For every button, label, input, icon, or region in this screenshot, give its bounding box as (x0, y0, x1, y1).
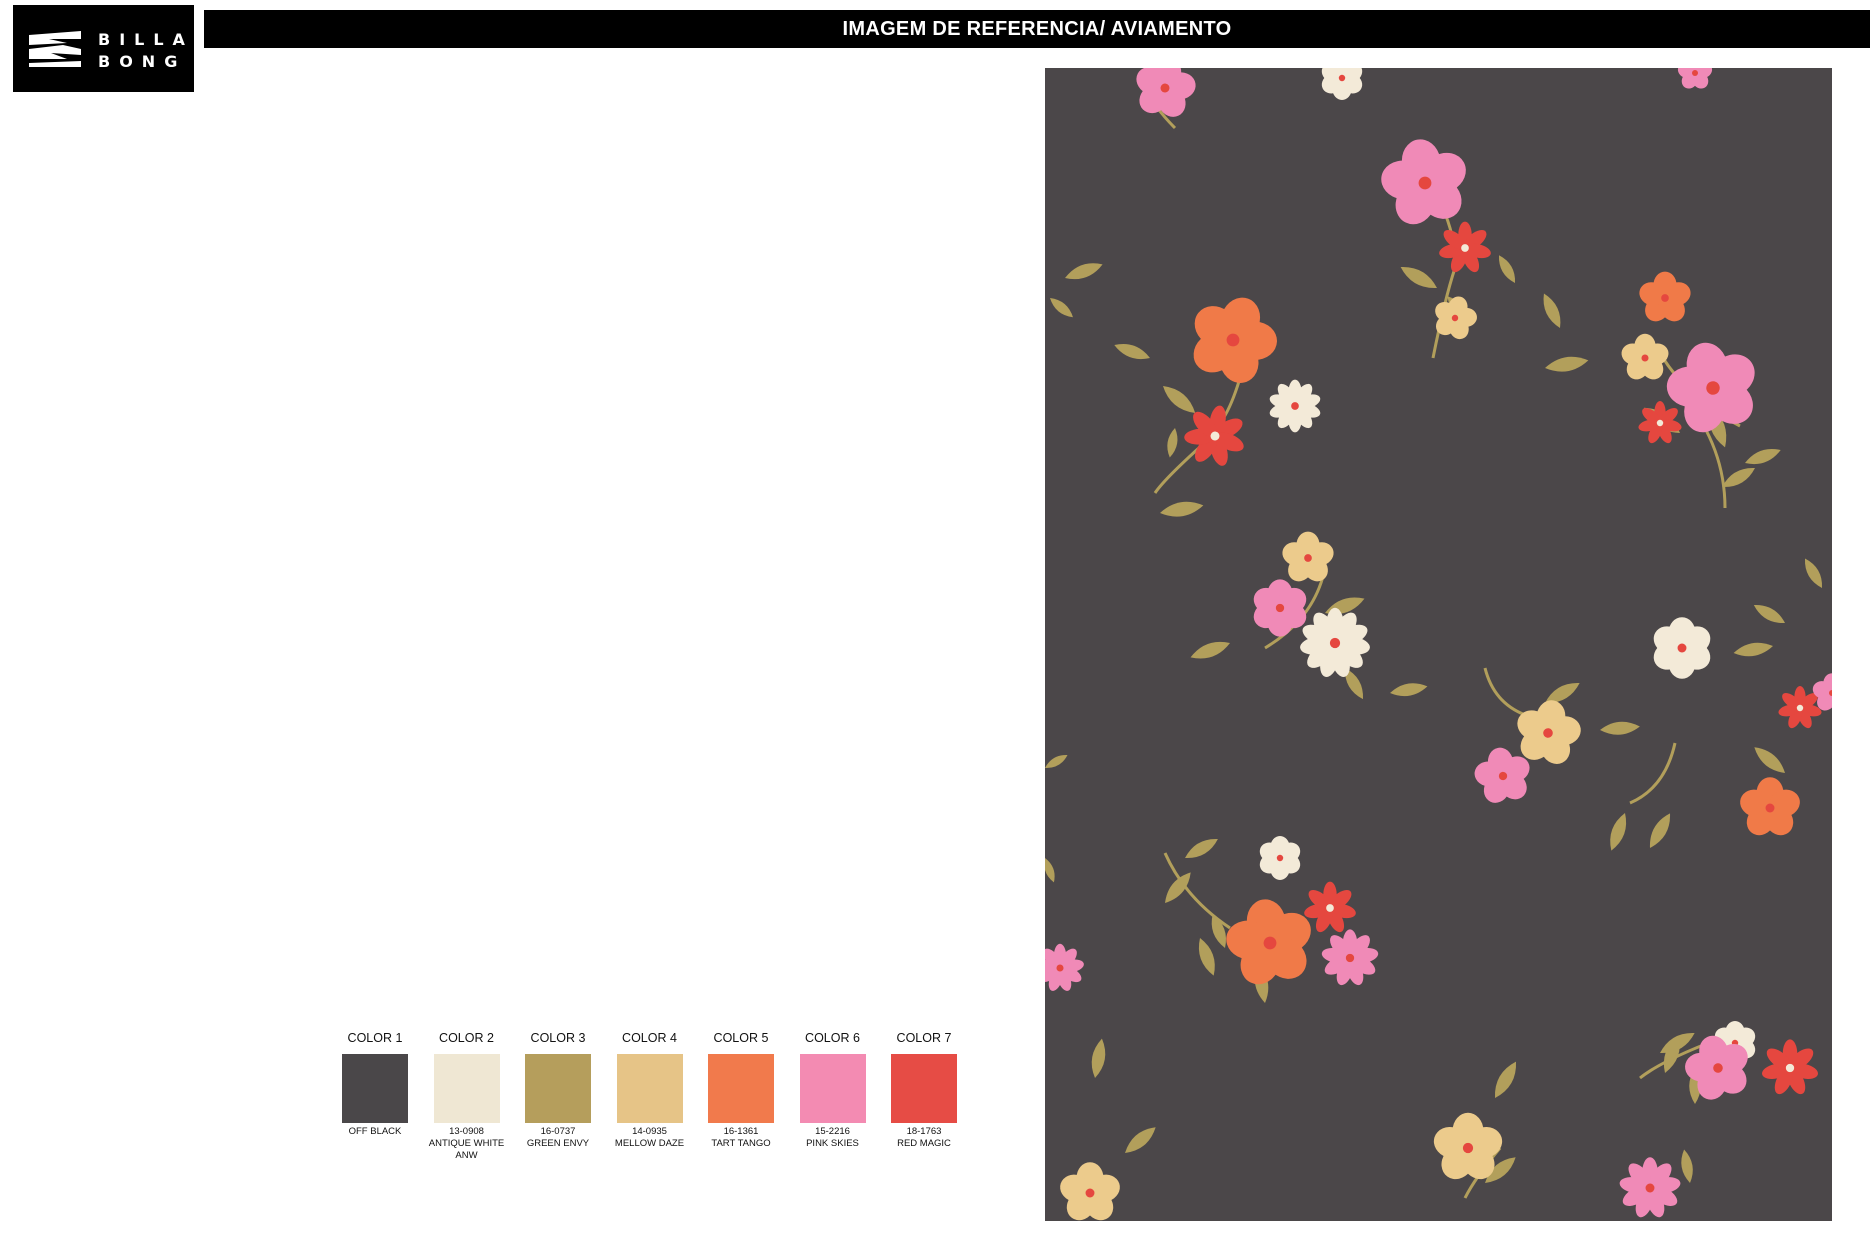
flower-shape (1282, 531, 1334, 582)
swatch-name: OFF BLACK (348, 1126, 402, 1137)
swatch-chip (342, 1054, 408, 1123)
leaf-shape (1681, 1149, 1693, 1183)
leaf-shape (1754, 747, 1785, 773)
swatch-label: COLOR 3 (530, 1031, 586, 1045)
color-swatch: COLOR 6 15-2216 PINK SKIES (793, 1030, 873, 1150)
color-swatch: COLOR 5 16-1361 TART TANGO (701, 1030, 781, 1150)
flower-shape (1304, 881, 1356, 933)
leaf-shape (1160, 501, 1204, 517)
flower-shape (1621, 333, 1669, 380)
swatch-code: 14-0935 (632, 1126, 667, 1137)
swatch-name: GREEN ENVY (526, 1138, 590, 1149)
flower-shape (1269, 379, 1321, 433)
flower-shape (1300, 607, 1370, 677)
swatch-name: PINK SKIES (806, 1138, 859, 1149)
swatch-chip (525, 1054, 591, 1123)
leaf-shape (1733, 642, 1773, 657)
swatch-code: 13-0908 (449, 1126, 484, 1137)
flower-shape (1253, 579, 1307, 637)
swatch-chip (891, 1054, 957, 1123)
flower-shape (1435, 296, 1477, 340)
leaf-shape (1753, 604, 1785, 624)
brand-line-2: BONG (98, 52, 187, 71)
flower-shape (1321, 68, 1363, 100)
swatch-chip (708, 1054, 774, 1123)
swatch-label: COLOR 5 (713, 1031, 769, 1045)
leaf-shape (1494, 1061, 1517, 1098)
flower-shape (1060, 1162, 1120, 1221)
swatch-label: COLOR 7 (896, 1031, 952, 1045)
leaf-shape (1211, 914, 1226, 948)
page-title-bar: IMAGEM DE REFERENCIA/ AVIAMENTO (204, 10, 1870, 48)
swatch-label: COLOR 6 (805, 1031, 860, 1045)
leaf-shape (1400, 266, 1437, 289)
leaf-shape (1050, 298, 1073, 318)
flower-shape (1193, 297, 1277, 383)
leaf-shape (1390, 683, 1428, 697)
leaf-shape (1543, 293, 1561, 328)
stem-line (1629, 742, 1677, 805)
leaf-shape (1163, 386, 1196, 413)
leaf-shape (1045, 754, 1068, 769)
flower-shape (1381, 139, 1466, 225)
leaf-shape (1745, 448, 1781, 465)
leaf-shape (1167, 428, 1178, 458)
swatch-name: TART TANGO (711, 1138, 771, 1149)
color-swatch: COLOR 1 OFF BLACK (335, 1030, 415, 1138)
swatch-label: COLOR 2 (439, 1031, 494, 1045)
wave-logo-icon (29, 31, 81, 67)
leaf-shape (1198, 938, 1215, 976)
flower-shape (1321, 929, 1379, 986)
brand-wordmark: BILLA BONG (98, 29, 194, 73)
swatch-name: MELLOW DAZE (614, 1138, 685, 1149)
brand-logo: BILLA BONG (13, 5, 194, 92)
leaf-shape (1600, 721, 1640, 735)
leaf-shape (1649, 813, 1671, 848)
swatch-label: COLOR 4 (622, 1031, 677, 1045)
brand-line-1: BILLA (98, 30, 194, 49)
flower-shape (1639, 271, 1691, 322)
leaf-shape (1610, 813, 1627, 851)
color-swatch: COLOR 2 13-0908 ANTIQUE WHITE ANW (427, 1030, 507, 1162)
color-swatch: COLOR 7 18-1763 RED MAGIC (884, 1030, 964, 1150)
leaf-shape (1190, 641, 1230, 659)
flower-shape (1259, 836, 1301, 880)
swatch-name: ANTIQUE WHITE (428, 1138, 505, 1149)
swatch-name: RED MAGIC (897, 1138, 951, 1149)
leaf-shape (1045, 858, 1055, 883)
flower-shape (1677, 68, 1713, 89)
print-reference-image (1045, 68, 1832, 1221)
swatch-code: 16-1361 (723, 1126, 759, 1137)
leaf-shape (1804, 558, 1823, 588)
floral-print-artwork (1045, 68, 1832, 1221)
leaf-shape (1545, 356, 1589, 372)
swatch-code: 15-2216 (815, 1126, 850, 1137)
flower-shape (1619, 1157, 1681, 1218)
swatch-label: COLOR 1 (347, 1031, 403, 1045)
color-swatch: COLOR 3 16-0737 GREEN ENVY (518, 1030, 598, 1150)
leaf-shape (1114, 343, 1150, 360)
leaf-shape (1065, 263, 1103, 280)
leaf-shape (1125, 1127, 1156, 1153)
flower-shape (1638, 401, 1682, 444)
flower-shape (1762, 1039, 1818, 1095)
flower-shape (1045, 943, 1084, 991)
swatch-code: 16-0737 (540, 1126, 576, 1137)
swatch-name-extra: ANW (455, 1150, 478, 1161)
page-title: IMAGEM DE REFERENCIA/ AVIAMENTO (842, 17, 1232, 40)
stem-line (1483, 667, 1536, 720)
color-swatch: COLOR 4 14-0935 MELLOW DAZE (610, 1030, 690, 1150)
swatch-chip (433, 1054, 500, 1123)
swatch-chip (799, 1054, 866, 1123)
flower-shape (1439, 221, 1491, 273)
flower-shape (1653, 617, 1711, 679)
flower-shape (1740, 777, 1800, 836)
leaf-shape (1498, 255, 1516, 283)
swatch-chip (616, 1054, 683, 1123)
leaf-shape (1091, 1038, 1106, 1078)
swatch-code: 18-1763 (906, 1126, 942, 1137)
leaf-shape (1185, 838, 1218, 859)
